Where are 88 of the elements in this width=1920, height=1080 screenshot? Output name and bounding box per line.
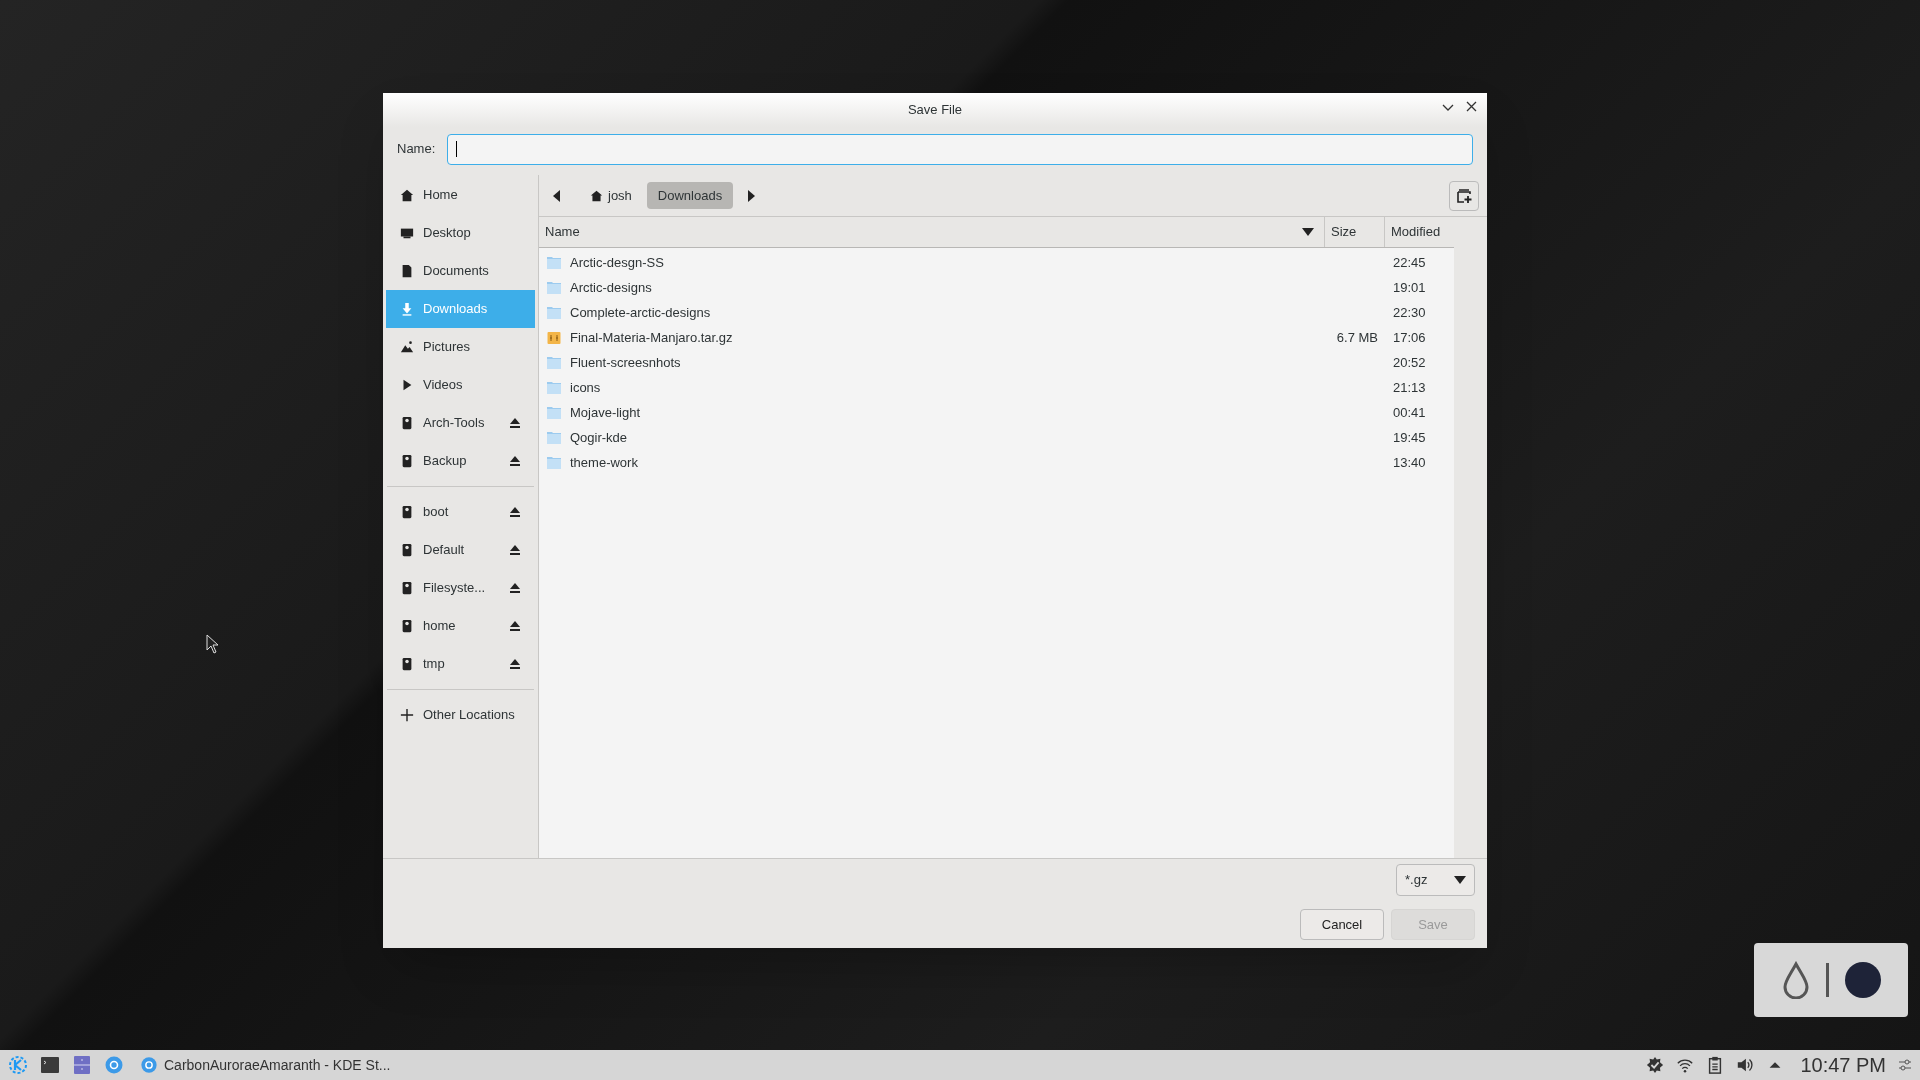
modified-time: 19:01 bbox=[1393, 279, 1426, 295]
sidebar-item[interactable]: Default bbox=[386, 531, 535, 569]
wifi-icon[interactable] bbox=[1676, 1056, 1695, 1074]
sort-arrow-icon bbox=[1302, 227, 1314, 237]
modified-time: 00:41 bbox=[1393, 404, 1426, 420]
new-folder-icon bbox=[1456, 187, 1472, 204]
name-input-field[interactable] bbox=[447, 133, 1473, 165]
modified-time: 17:06 bbox=[1393, 329, 1426, 345]
settings-sliders-icon[interactable] bbox=[1898, 1058, 1912, 1072]
folder-icon bbox=[547, 356, 561, 369]
file-name[interactable]: Fluent-screesnhots bbox=[570, 352, 681, 373]
modified-time: 20:52 bbox=[1393, 354, 1426, 370]
modified-time: 21:13 bbox=[1393, 379, 1426, 395]
browser-icon bbox=[140, 1056, 158, 1074]
home-icon bbox=[590, 189, 603, 202]
drive-icon bbox=[400, 505, 414, 519]
sidebar-item[interactable]: tmp bbox=[386, 645, 535, 683]
browser-icon[interactable] bbox=[104, 1055, 124, 1075]
sidebar-item[interactable]: Backup bbox=[386, 442, 535, 480]
updates-icon[interactable] bbox=[1646, 1056, 1665, 1074]
file-size: 6.7 MB bbox=[1336, 329, 1378, 345]
file-manager-icon[interactable] bbox=[72, 1055, 92, 1075]
drive-icon bbox=[400, 543, 414, 557]
eject-button[interactable] bbox=[509, 582, 521, 594]
sidebar-item[interactable]: Videos bbox=[386, 366, 535, 404]
drive-icon bbox=[400, 619, 414, 633]
modified-time: 13:40 bbox=[1393, 454, 1426, 470]
file-name[interactable]: Complete-arctic-designs bbox=[570, 302, 711, 323]
minimize-icon[interactable] bbox=[1442, 102, 1454, 112]
clock[interactable]: 10:47 PM bbox=[1800, 1050, 1886, 1080]
sidebar-item[interactable]: Documents bbox=[386, 252, 535, 290]
sidebar-item[interactable]: boot bbox=[386, 493, 535, 531]
dropdown-caret-icon bbox=[1454, 875, 1466, 885]
folder-icon bbox=[547, 256, 561, 269]
file-name[interactable]: Mojave-light bbox=[570, 402, 641, 423]
modified-time: 22:45 bbox=[1393, 254, 1426, 270]
drive-icon bbox=[400, 657, 414, 671]
modified-time: 22:30 bbox=[1393, 304, 1426, 320]
folder-icon bbox=[547, 306, 561, 319]
sidebar-item[interactable]: Filesyste... bbox=[386, 569, 535, 607]
plus-icon bbox=[400, 708, 414, 722]
document-icon bbox=[400, 264, 414, 278]
drive-icon bbox=[400, 454, 414, 468]
home-icon bbox=[400, 188, 414, 202]
drive-icon bbox=[400, 416, 414, 430]
archive-icon bbox=[547, 330, 561, 345]
eject-button[interactable] bbox=[509, 544, 521, 556]
speaker-icon[interactable] bbox=[1736, 1056, 1755, 1074]
eject-button[interactable] bbox=[509, 620, 521, 632]
sidebar-item[interactable]: Home bbox=[386, 176, 535, 214]
mouse-cursor-icon bbox=[206, 634, 218, 654]
mountain-icon bbox=[400, 340, 414, 354]
sidebar-item[interactable]: Arch-Tools bbox=[386, 404, 535, 442]
path-button[interactable]: josh bbox=[579, 182, 643, 209]
path-button[interactable]: Downloads bbox=[646, 182, 734, 209]
folder-icon bbox=[547, 431, 561, 444]
folder-icon bbox=[547, 456, 561, 469]
name-label: Name: bbox=[397, 140, 436, 159]
dialog-button[interactable]: Cancel bbox=[1300, 909, 1384, 940]
drive-icon bbox=[400, 581, 414, 595]
eject-button[interactable] bbox=[509, 658, 521, 670]
download-icon bbox=[400, 302, 414, 316]
folder-icon bbox=[547, 281, 561, 294]
sidebar-item[interactable]: home bbox=[386, 607, 535, 645]
modified-time: 19:45 bbox=[1393, 429, 1426, 445]
close-icon[interactable] bbox=[1466, 101, 1477, 112]
file-name[interactable]: icons bbox=[570, 377, 601, 398]
window-title: Save File bbox=[907, 102, 963, 118]
eject-button[interactable] bbox=[509, 417, 521, 429]
taskbar-task[interactable]: CarbonAuroraeAmaranth - KDE St... bbox=[140, 1054, 391, 1076]
file-name[interactable]: Qogir-kde bbox=[570, 427, 628, 448]
column-header[interactable]: Name bbox=[539, 217, 1324, 247]
folder-icon bbox=[547, 381, 561, 394]
file-name[interactable]: Arctic-designs bbox=[570, 277, 652, 298]
sidebar-item[interactable]: Other Locations bbox=[386, 696, 535, 734]
monitor-icon bbox=[400, 226, 414, 240]
eject-button[interactable] bbox=[509, 506, 521, 518]
sidebar-item[interactable]: Pictures bbox=[386, 328, 535, 366]
file-type-dropdown[interactable]: *.gz bbox=[1396, 864, 1475, 896]
eject-button[interactable] bbox=[509, 455, 521, 467]
folder-icon bbox=[547, 406, 561, 419]
file-name[interactable]: Arctic-desgn-SS bbox=[570, 252, 664, 273]
file-name[interactable]: Final-Materia-Manjaro.tar.gz bbox=[570, 327, 733, 348]
file-name[interactable]: theme-work bbox=[570, 452, 638, 473]
column-header[interactable]: Size bbox=[1324, 217, 1384, 247]
sidebar-item[interactable]: Desktop bbox=[386, 214, 535, 252]
terminal-icon[interactable] bbox=[40, 1055, 60, 1075]
new-folder-button[interactable] bbox=[1449, 180, 1479, 211]
